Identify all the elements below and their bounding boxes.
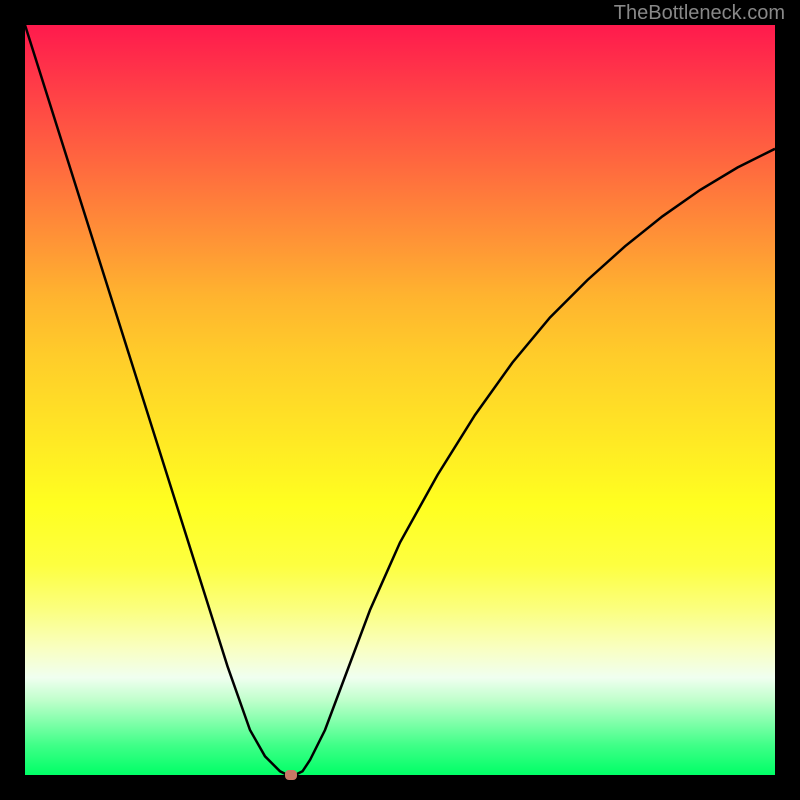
chart-frame: TheBottleneck.com <box>0 0 800 800</box>
minimum-marker <box>285 770 297 780</box>
watermark-text: TheBottleneck.com <box>614 2 785 25</box>
bottleneck-curve <box>25 25 775 775</box>
curve-path <box>25 25 775 775</box>
